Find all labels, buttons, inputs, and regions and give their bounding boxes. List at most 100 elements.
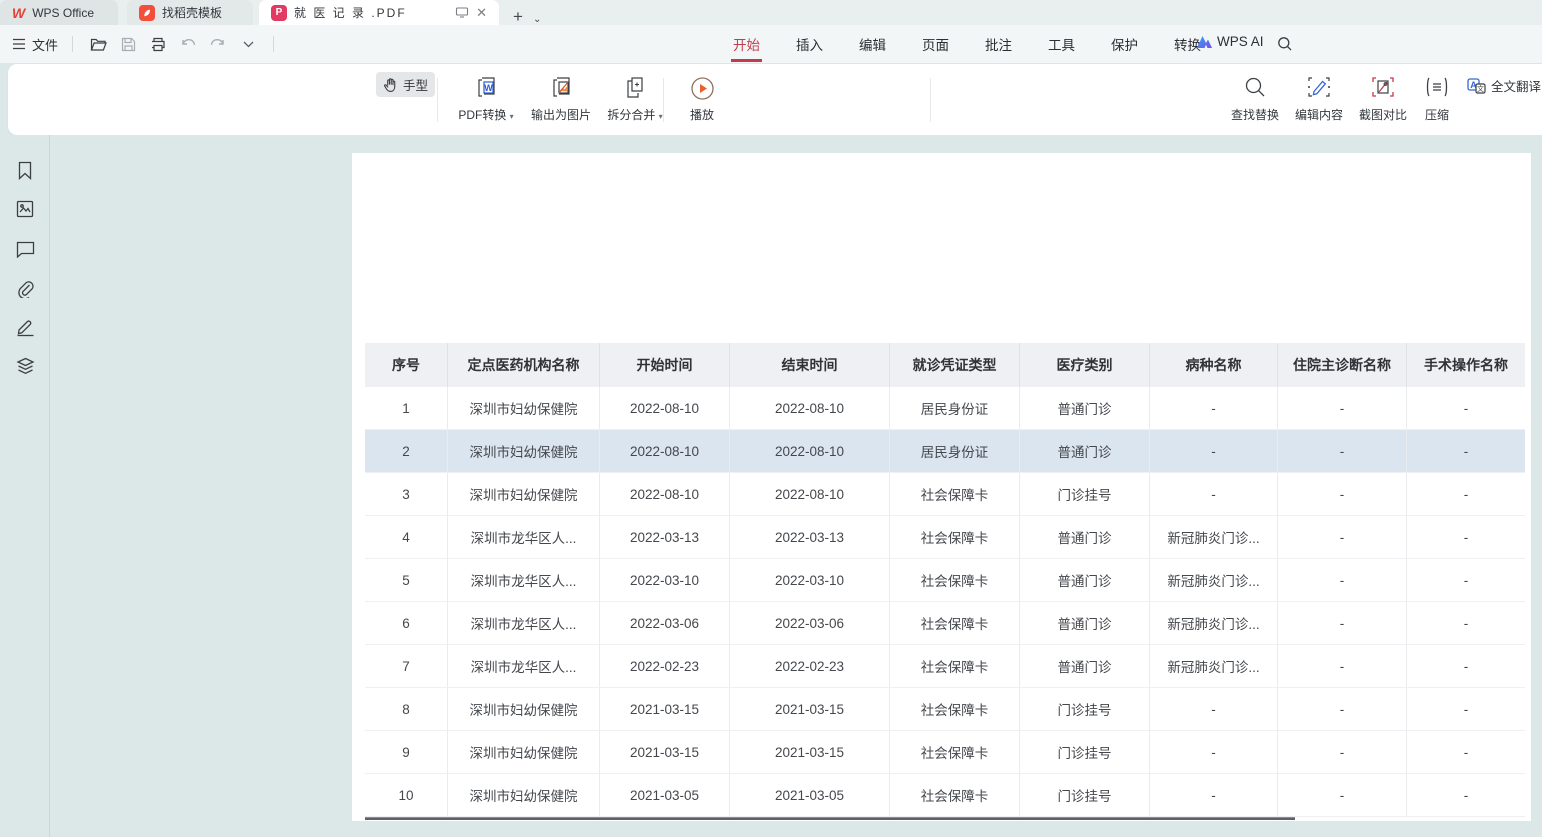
undo-icon[interactable] xyxy=(177,33,199,55)
edit-content-button[interactable]: 编辑内容 xyxy=(1288,73,1350,127)
pdf-page: 序号定点医药机构名称开始时间结束时间就诊凭证类型医疗类别病种名称住院主诊断名称手… xyxy=(352,153,1531,821)
table-cell: 2022-08-10 xyxy=(730,430,890,473)
table-cell: - xyxy=(1278,559,1407,602)
split-merge-button[interactable]: 拆分合并 ▾ xyxy=(598,73,672,127)
table-header-cell: 医疗类别 xyxy=(1020,343,1150,387)
table-cell: 2 xyxy=(365,430,448,473)
table-cell: 深圳市妇幼保健院 xyxy=(448,430,600,473)
pdf-convert-button[interactable]: W PDF转换 ▾ xyxy=(448,73,524,127)
wps-ai-button[interactable]: WPS AI xyxy=(1196,34,1264,49)
screenshot-compare-label: 截图对比 xyxy=(1359,106,1407,123)
table-row: 5深圳市龙华区人...2022-03-102022-03-10社会保障卡普通门诊… xyxy=(365,559,1525,602)
signature-icon[interactable] xyxy=(13,315,37,339)
table-cell: 2022-03-06 xyxy=(730,602,890,645)
wps-logo-icon: W xyxy=(12,6,25,20)
history-chevron-icon[interactable] xyxy=(237,33,259,55)
tab-docer-templates[interactable]: 找稻壳模板 xyxy=(127,0,253,25)
table-cell: - xyxy=(1150,430,1278,473)
ribbon-tab-批注[interactable]: 批注 xyxy=(983,25,1014,63)
export-image-icon xyxy=(549,76,573,100)
table-cell: 新冠肺炎门诊... xyxy=(1150,645,1278,688)
redo-icon[interactable] xyxy=(207,33,229,55)
tab-document-active[interactable]: P 就 医 记 录 .PDF ✕ xyxy=(259,0,499,25)
print-icon[interactable] xyxy=(147,33,169,55)
table-cell: - xyxy=(1278,645,1407,688)
full-translate-icon: A文 xyxy=(1467,78,1486,94)
table-cell: 6 xyxy=(365,602,448,645)
ribbon-tab-保护[interactable]: 保护 xyxy=(1109,25,1140,63)
table-header-cell: 病种名称 xyxy=(1150,343,1278,387)
table-cell: 新冠肺炎门诊... xyxy=(1150,559,1278,602)
table-cell: 2021-03-15 xyxy=(730,731,890,774)
table-header-cell: 结束时间 xyxy=(730,343,890,387)
search-icon[interactable] xyxy=(1277,36,1293,52)
table-row: 3深圳市妇幼保健院2022-08-102022-08-10社会保障卡门诊挂号--… xyxy=(365,473,1525,516)
table-row: 9深圳市妇幼保健院2021-03-152021-03-15社会保障卡门诊挂号--… xyxy=(365,731,1525,774)
edit-content-label: 编辑内容 xyxy=(1295,106,1343,123)
play-icon xyxy=(690,76,715,101)
new-tab-icon[interactable]: + xyxy=(513,8,523,25)
ribbon-tab-页面[interactable]: 页面 xyxy=(920,25,951,63)
table-header-cell: 手术操作名称 xyxy=(1407,343,1525,387)
table-cell: 门诊挂号 xyxy=(1020,731,1150,774)
find-replace-button[interactable]: 查找替换 xyxy=(1224,73,1286,127)
table-cell: 2022-08-10 xyxy=(730,473,890,516)
table-row: 4深圳市龙华区人...2022-03-132022-03-13社会保障卡普通门诊… xyxy=(365,516,1525,559)
ribbon-tab-工具[interactable]: 工具 xyxy=(1046,25,1077,63)
file-menu-label: 文件 xyxy=(32,35,58,54)
table-cell: - xyxy=(1278,516,1407,559)
monitor-icon[interactable] xyxy=(455,6,469,19)
table-cell: 门诊挂号 xyxy=(1020,774,1150,817)
save-icon[interactable] xyxy=(117,33,139,55)
full-translate-button[interactable]: A文 全文翻译 xyxy=(1460,73,1542,98)
table-cell: 2022-08-10 xyxy=(730,387,890,430)
file-menu-button[interactable]: 文件 xyxy=(12,35,58,54)
table-cell: 普通门诊 xyxy=(1020,645,1150,688)
tab-wps-office[interactable]: W WPS Office xyxy=(0,0,118,25)
table-cell: 社会保障卡 xyxy=(890,774,1020,817)
play-button[interactable]: 播放 xyxy=(680,73,724,127)
edit-content-icon xyxy=(1307,76,1331,98)
table-row: 1深圳市妇幼保健院2022-08-102022-08-10居民身份证普通门诊--… xyxy=(365,387,1525,430)
table-cell: - xyxy=(1278,602,1407,645)
table-cell: 9 xyxy=(365,731,448,774)
hand-tool-button[interactable]: 手型 xyxy=(376,72,435,97)
table-cell: 普通门诊 xyxy=(1020,516,1150,559)
table-cell: 社会保障卡 xyxy=(890,731,1020,774)
ribbon-tab-编辑[interactable]: 编辑 xyxy=(857,25,888,63)
thumbnails-icon[interactable] xyxy=(13,197,37,221)
comment-icon[interactable] xyxy=(13,237,37,261)
screenshot-compare-button[interactable]: 截图对比 xyxy=(1352,73,1414,127)
table-cell: 普通门诊 xyxy=(1020,559,1150,602)
compress-button[interactable]: 压缩 xyxy=(1414,73,1460,127)
hand-icon xyxy=(383,77,398,93)
table-cell: - xyxy=(1278,731,1407,774)
ribbon-tab-开始[interactable]: 开始 xyxy=(731,25,762,63)
table-cell: 7 xyxy=(365,645,448,688)
tab-list-chevron-icon[interactable]: ⌄ xyxy=(533,14,541,25)
table-cell: 2021-03-05 xyxy=(600,774,730,817)
table-cell: 2021-03-05 xyxy=(730,774,890,817)
table-cell: 社会保障卡 xyxy=(890,516,1020,559)
table-cell: 2022-02-23 xyxy=(730,645,890,688)
table-cell: - xyxy=(1407,430,1525,473)
bookmark-icon[interactable] xyxy=(13,158,37,182)
ribbon-tab-插入[interactable]: 插入 xyxy=(794,25,825,63)
table-header-cell: 开始时间 xyxy=(600,343,730,387)
layers-icon[interactable] xyxy=(13,354,37,378)
horizontal-scrollbar[interactable] xyxy=(365,817,1295,820)
table-row: 2深圳市妇幼保健院2022-08-102022-08-10居民身份证普通门诊--… xyxy=(365,430,1525,473)
full-translate-label: 全文翻译 xyxy=(1491,76,1541,95)
table-header-cell: 住院主诊断名称 xyxy=(1278,343,1407,387)
open-file-icon[interactable] xyxy=(87,33,109,55)
close-tab-icon[interactable]: ✕ xyxy=(476,5,487,21)
pdf-file-icon: P xyxy=(271,5,287,21)
export-image-button[interactable]: 输出为图片 xyxy=(526,73,596,127)
table-cell: 5 xyxy=(365,559,448,602)
table-cell: - xyxy=(1407,473,1525,516)
table-cell: 社会保障卡 xyxy=(890,602,1020,645)
find-replace-icon xyxy=(1244,76,1266,98)
table-cell: 8 xyxy=(365,688,448,731)
attachment-icon[interactable] xyxy=(13,277,37,301)
table-header-cell: 定点医药机构名称 xyxy=(448,343,600,387)
